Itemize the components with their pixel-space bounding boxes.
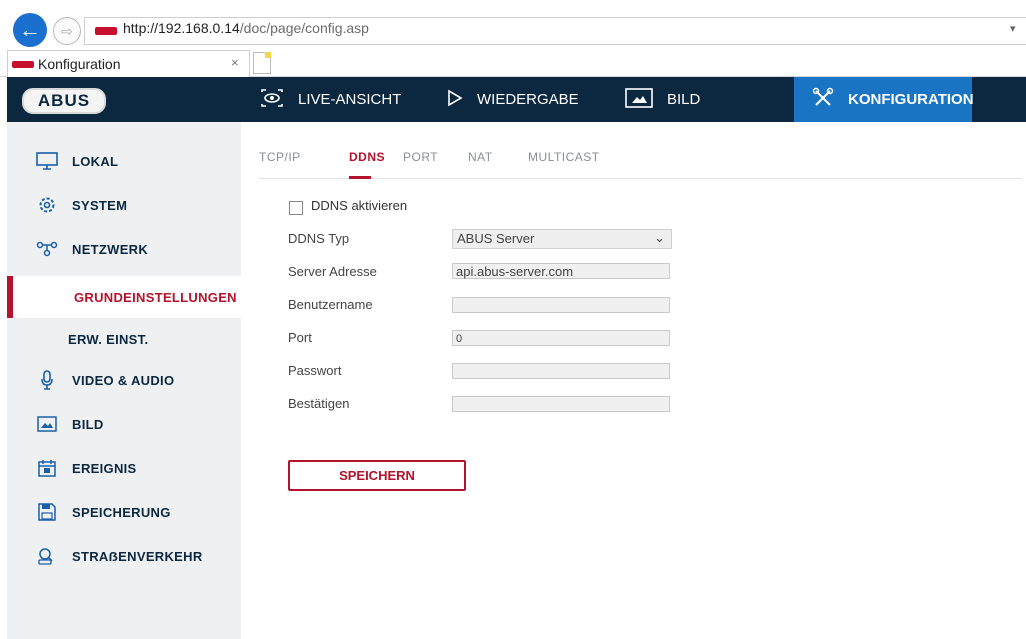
password-input[interactable] (452, 363, 670, 379)
arrow-right-icon: ⇨ (61, 22, 73, 39)
ddns-enable-label: DDNS aktivieren (311, 198, 408, 213)
tab-nat[interactable]: NAT (468, 150, 493, 164)
sidebar-item-label: STRAẞENVERKEHR (72, 548, 203, 564)
play-icon (447, 89, 463, 111)
eye-icon (260, 88, 284, 112)
sidebar-item-label: VIDEO & AUDIO (72, 372, 175, 388)
sidebar-item-bild[interactable]: BILD (7, 404, 241, 444)
arrow-left-icon: ← (19, 17, 41, 42)
sidebar-item-grundeinstellungen[interactable]: GRUNDEINSTELLUNGEN (7, 276, 241, 318)
sidebar-item-label: SYSTEM (72, 197, 128, 213)
site-icon (95, 27, 117, 35)
nav-wiedergabe[interactable]: WIEDERGABE (447, 77, 587, 122)
tab-ddns[interactable]: DDNS (349, 150, 385, 164)
monitor-icon (35, 151, 59, 171)
sidebar-item-label: LOKAL (72, 153, 119, 169)
forward-button[interactable]: ⇨ (53, 17, 81, 45)
ddns-type-select[interactable]: ABUS Server ⌄ (452, 229, 672, 249)
sidebar-item-video-audio[interactable]: VIDEO & AUDIO (7, 360, 241, 400)
nav-label: BILD (667, 91, 701, 108)
tab-title: Konfiguration (38, 56, 121, 72)
new-tab-icon[interactable] (253, 52, 271, 74)
sidebar-item-erw-einst[interactable]: ERW. EINST. (7, 319, 241, 359)
port-input[interactable]: 0 (452, 330, 670, 346)
active-tab-indicator (349, 176, 371, 179)
nav-bild[interactable]: BILD (625, 77, 745, 122)
sidebar-item-lokal[interactable]: LOKAL (7, 141, 241, 181)
ddns-enable-checkbox[interactable] (289, 201, 303, 215)
microphone-icon (35, 370, 59, 390)
ddns-type-label: DDNS Typ (288, 231, 350, 246)
server-address-label: Server Adresse (288, 264, 377, 279)
sidebar-item-label: SPEICHERUNG (72, 504, 171, 520)
confirm-password-input[interactable] (452, 396, 670, 412)
url-text[interactable]: http://192.168.0.14/doc/page/config.asp (123, 20, 369, 36)
sidebar-item-label: GRUNDEINSTELLUNGEN (74, 289, 237, 305)
image-icon (625, 87, 653, 112)
username-label: Benutzername (288, 297, 373, 312)
nav-label: WIEDERGABE (477, 91, 579, 108)
gear-icon (35, 195, 59, 215)
nav-live-ansicht[interactable]: LIVE-ANSICHT (260, 77, 420, 122)
calendar-icon (35, 458, 59, 478)
sidebar-item-speicherung[interactable]: SPEICHERUNG (7, 492, 241, 532)
nav-konfiguration[interactable]: KONFIGURATION (794, 77, 974, 122)
sidebar-item-strassenverkehr[interactable]: STRAẞENVERKEHR (7, 536, 241, 576)
tab-multicast[interactable]: MULTICAST (528, 150, 600, 164)
sidebar-item-netzwerk[interactable]: NETZWERK (7, 229, 241, 269)
save-button[interactable]: SPEICHERN (288, 460, 466, 491)
url-path: /doc/page/config.asp (239, 20, 369, 36)
address-dropdown-icon[interactable]: ▾ (1010, 22, 1016, 35)
abus-logo: ABUS (22, 88, 106, 114)
network-icon (35, 239, 59, 259)
sidebar-item-label: ERW. EINST. (68, 331, 149, 347)
nav-label: KONFIGURATION (848, 91, 974, 108)
sidebar-item-label: NETZWERK (72, 241, 149, 257)
tools-icon (812, 87, 834, 113)
sidebar-item-label: EREIGNIS (72, 460, 137, 476)
sidebar-item-label: BILD (72, 416, 104, 432)
tab-divider (259, 178, 1022, 179)
sidebar-item-ereignis[interactable]: EREIGNIS (7, 448, 241, 488)
ddns-type-value: ABUS Server (457, 231, 535, 246)
save-icon (35, 502, 59, 522)
car-search-icon (35, 546, 59, 566)
tab-close-button[interactable]: × (231, 55, 239, 70)
nav-label: LIVE-ANSICHT (298, 91, 402, 108)
sidebar-item-system[interactable]: SYSTEM (7, 185, 241, 225)
password-label: Passwort (288, 363, 342, 378)
confirm-label: Bestätigen (288, 396, 350, 411)
username-input[interactable] (452, 297, 670, 313)
chevron-down-icon: ⌄ (654, 230, 665, 245)
port-label: Port (288, 330, 312, 345)
back-button[interactable]: ← (13, 13, 47, 47)
tab-favicon-icon (12, 61, 34, 68)
image-icon (35, 414, 59, 434)
tab-tcpip[interactable]: TCP/IP (259, 150, 301, 164)
server-address-input[interactable]: api.abus-server.com (452, 263, 670, 279)
url-host: http://192.168.0.14 (123, 20, 240, 36)
tab-port[interactable]: PORT (403, 150, 438, 164)
